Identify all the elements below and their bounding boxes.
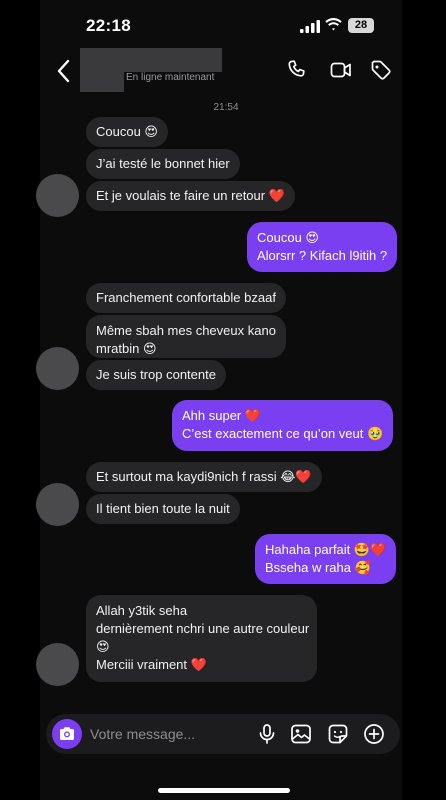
message-bubble-outgoing[interactable]: Hahaha parfait 🤩❤️ Bsseha w raha 🥰 xyxy=(255,534,397,584)
message-line: 😍 xyxy=(96,639,110,654)
status-time: 22:18 xyxy=(86,16,131,35)
tag-icon[interactable] xyxy=(369,58,393,82)
message-bubble-incoming[interactable]: J’ai testé le bonnet hier xyxy=(86,149,240,179)
contact-avatar[interactable] xyxy=(80,48,124,92)
phone-icon[interactable] xyxy=(285,58,309,82)
sender-avatar[interactable] xyxy=(36,174,79,217)
message-bubble-outgoing[interactable]: Coucou 😍 Alorsrr ? Kifach l9itih ? xyxy=(247,222,398,272)
message-composer[interactable]: Votre message... xyxy=(46,714,400,754)
wifi-icon xyxy=(325,18,342,31)
message-line: Merciii vraiment ❤️ xyxy=(96,657,207,672)
message-line: Bsseha w raha 🥰 xyxy=(265,560,371,575)
online-status: En ligne maintenant xyxy=(126,72,215,83)
message-line: Alorsrr ? Kifach l9itih ? xyxy=(257,248,388,263)
message-line: C’est exactement ce qu’on veut 🥹 xyxy=(182,426,384,441)
message-line: Hahaha parfait 🤩❤️ xyxy=(265,542,387,557)
camera-icon xyxy=(60,727,74,740)
chat-header: En ligne maintenant xyxy=(0,44,446,100)
video-call-icon[interactable] xyxy=(329,58,353,82)
add-circle-icon[interactable] xyxy=(362,722,386,746)
message-bubble-outgoing[interactable]: Ahh super ❤️ C’est exactement ce qu’on v… xyxy=(172,400,394,451)
message-bubble-incoming[interactable]: Franchement confortable bzaaf xyxy=(86,283,286,313)
message-bubble-incoming[interactable]: Même sbah mes cheveux kano mratbin 😍 xyxy=(86,315,286,358)
sender-avatar[interactable] xyxy=(36,347,79,390)
message-bubble-incoming[interactable]: Coucou 😍 xyxy=(86,117,168,147)
back-chevron-icon[interactable] xyxy=(55,58,71,84)
chat-screen: 22:18 28 En ligne maintenant 21:54 Couco… xyxy=(0,0,446,800)
message-bubble-incoming[interactable]: Il tient bien toute la nuit xyxy=(86,494,240,524)
message-line: Allah y3tik seha xyxy=(96,603,188,618)
message-line: mratbin 😍 xyxy=(96,341,157,356)
sticker-icon[interactable] xyxy=(326,722,350,746)
message-bubble-incoming[interactable]: Je suis trop contente xyxy=(86,360,226,390)
home-indicator[interactable] xyxy=(158,788,290,793)
gallery-icon[interactable] xyxy=(289,722,313,746)
sender-avatar[interactable] xyxy=(36,643,79,686)
message-bubble-incoming[interactable]: Et surtout ma kaydi9nich f rassi 😂❤️ xyxy=(86,462,322,492)
message-bubble-incoming[interactable]: Allah y3tik seha dernièrement nchri une … xyxy=(86,595,317,682)
timestamp-divider: 21:54 xyxy=(213,102,239,113)
sender-avatar[interactable] xyxy=(36,483,79,526)
message-line: dernièrement nchri une autre couleur xyxy=(96,621,310,636)
cellular-signal-icon xyxy=(300,20,320,33)
microphone-icon[interactable] xyxy=(255,722,279,746)
camera-button[interactable] xyxy=(52,719,82,749)
battery-indicator: 28 xyxy=(348,18,374,33)
message-line: Même sbah mes cheveux kano xyxy=(96,323,276,338)
message-input[interactable]: Votre message... xyxy=(90,726,195,742)
contact-name-redacted[interactable] xyxy=(124,48,222,72)
message-bubble-incoming[interactable]: Et je voulais te faire un retour ❤️ xyxy=(86,181,295,211)
message-line: Coucou 😍 xyxy=(257,230,319,245)
message-line: Ahh super ❤️ xyxy=(182,408,262,423)
